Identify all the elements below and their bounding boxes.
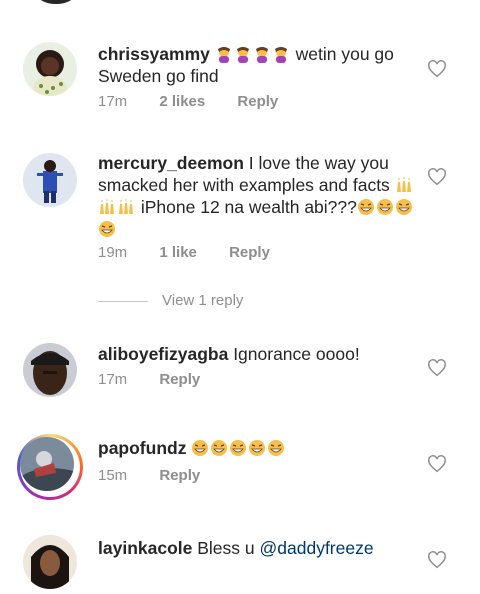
laughing-emoji [376,199,393,215]
laughing-emoji [268,440,285,456]
avatar[interactable] [20,437,74,491]
comment-likes[interactable]: 2 likes [159,93,205,110]
view-replies-button[interactable]: View 1 reply [98,292,243,309]
raised-hands-emoji [119,199,133,214]
laughing-emoji-group [191,438,286,458]
comment-time: 15m [98,467,128,484]
raised-hands-emoji [396,177,411,192]
comment-text-2: iPhone 12 na wealth abi??? [136,197,357,217]
comment-username[interactable]: mercury_deemon [98,153,244,173]
comment-time: 19m [98,244,128,261]
facepalm-emoji [274,47,287,63]
avatar[interactable] [23,343,77,397]
facepalm-emoji [236,47,249,63]
reply-button[interactable]: Reply [159,467,200,484]
comment-text: Bless u [192,538,260,558]
comment-username[interactable]: layinkacole [98,538,192,558]
reply-button[interactable]: Reply [229,244,270,261]
mention-link[interactable]: @daddyfreeze [260,538,374,558]
raised-hands-emoji [100,199,114,214]
comment-text: Ignorance oooo! [228,344,360,364]
heart-outline-icon[interactable] [427,60,447,78]
laughing-emoji [395,199,412,215]
facepalm-emoji [255,47,268,63]
divider [98,300,148,302]
avatar[interactable] [23,153,77,207]
avatar[interactable] [23,535,77,589]
laughing-emoji [230,440,247,456]
facepalm-emoji [217,47,230,63]
comment-likes[interactable]: 1 like [159,244,197,261]
laughing-emoji [99,221,115,237]
reply-button[interactable]: Reply [159,371,200,388]
avatar-story-ring[interactable] [17,434,83,500]
comment-username[interactable]: papofundz [98,438,186,458]
heart-outline-icon[interactable] [427,455,447,473]
comment-time: 17m [98,93,128,110]
comment-username[interactable]: aliboyefizyagba [98,344,228,364]
laughing-emoji [249,440,266,456]
laughing-emoji [357,199,374,215]
comment-username[interactable]: chrissyammy [98,44,210,64]
avatar[interactable] [23,42,77,96]
laughing-emoji [211,440,228,456]
previous-comment-avatar [38,0,74,4]
reply-button[interactable]: Reply [237,93,278,110]
laughing-emoji [192,440,209,456]
comment-time: 17m [98,371,128,388]
heart-outline-icon[interactable] [427,359,447,377]
heart-outline-icon[interactable] [427,551,447,569]
view-replies-label[interactable]: View 1 reply [162,292,243,309]
heart-outline-icon[interactable] [427,168,447,186]
facepalm-emoji-group [215,44,296,64]
